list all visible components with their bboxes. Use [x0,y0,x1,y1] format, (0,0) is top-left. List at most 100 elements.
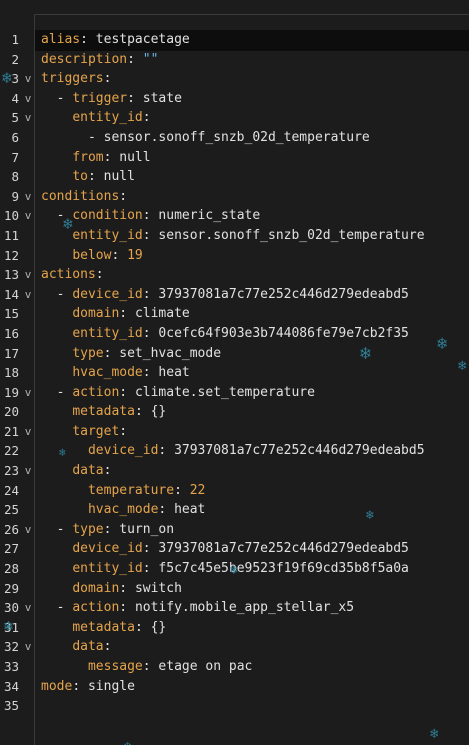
yaml-key: actions [41,267,96,283]
code-line[interactable]: 5v entity_id: [0,108,469,128]
key-separator: : [119,423,128,439]
code-line[interactable]: 23 v data: [0,461,469,481]
code-line[interactable]: 17 type: set_hvac_mode [0,344,469,364]
key-separator: : [103,149,120,165]
code-line[interactable]: 7 from: null [0,148,469,168]
yaml-code-editor[interactable]: 1 alias: testpacetage 2 description: "" 3 v tr… [0,0,469,745]
fold-chevron-icon[interactable]: v [23,285,33,305]
key-separator: : [142,110,151,126]
fold-chevron-icon[interactable]: v [23,108,33,128]
yaml-value: 0cefc64f903e3b744086fe79e7cb2f35 [158,325,409,341]
line-number: 19 [3,384,19,400]
code-text: below: 19 [41,246,142,266]
code-line[interactable]: 21 v target: [0,422,469,442]
code-line[interactable]: 24 temperature: 22 [0,481,469,501]
code-line[interactable]: 27 device_id: 37937081a7c77e252c446d279e… [0,539,469,559]
code-text: message: etage on pac [41,657,252,677]
key-separator: : [103,639,112,655]
fold-chevron-icon[interactable]: v [23,637,33,657]
code-line[interactable]: 13 v actions: [0,265,469,285]
fold-chevron-icon[interactable]: v [23,69,33,89]
yaml-key: type [72,345,104,361]
code-line[interactable]: 32 v data: [0,637,469,657]
code-line[interactable]: 22 device_id: 37937081a7c77e252c446d279e… [0,441,469,461]
code-text: from: null [41,148,150,168]
fold-chevron-icon[interactable]: v [23,383,33,403]
key-separator: : [134,619,151,635]
line-number: 20 [3,404,19,420]
key-separator: : [72,678,88,694]
snowflake-icon: ❄ [430,726,439,742]
code-line[interactable]: 15 domain: climate [0,304,469,324]
fold-chevron-icon[interactable]: v [23,89,33,109]
fold-chevron-icon[interactable]: v [23,598,33,618]
key-separator: : [134,404,151,420]
key-separator: : [127,51,143,67]
code-text: entity_id: [41,108,151,128]
fold-chevron-icon[interactable]: v [23,461,33,481]
yaml-value: 37937081a7c77e252c446d279edeabd5 [158,541,409,557]
yaml-key: entity_id [72,325,143,341]
fold-chevron-icon[interactable]: v [23,422,33,442]
code-text: to: null [41,167,135,187]
code-line[interactable]: 26 v - type: turn_on [0,520,469,540]
code-line[interactable]: 20 metadata: {} [0,402,469,422]
code-line[interactable]: 18 hvac_mode: heat [0,363,469,383]
fold-chevron-icon[interactable]: v [23,206,33,226]
code-line[interactable]: 3 v triggers: [0,69,469,89]
code-line[interactable]: 34 mode: single [0,677,469,697]
fold-chevron-icon[interactable]: v [23,520,33,540]
line-number: 23 [3,463,19,479]
key-separator: : [142,659,159,674]
line-number: 6 [11,129,19,145]
code-line[interactable]: 16 entity_id: 0cefc64f903e3b744086fe79e7… [0,324,469,344]
code-text: conditions: [41,187,127,207]
code-line[interactable]: 33 message: etage on pac [0,657,469,677]
list-dash: - [56,384,73,400]
yaml-key: entity_id [72,227,143,243]
code-line[interactable]: 29 domain: switch [0,579,469,599]
code-line[interactable]: 1 alias: testpacetage [0,30,469,50]
key-separator: : [142,541,159,557]
line-number: 9 [11,188,19,204]
code-text: mode: single [41,677,135,697]
yaml-key: action [72,384,120,400]
code-line[interactable]: 25 hvac_mode: heat [0,500,469,520]
snowflake-icon: ❄ [2,68,12,87]
code-line[interactable]: 31 metadata: {} [0,618,469,638]
key-separator: : [103,71,112,87]
yaml-key: to [72,169,88,185]
code-line[interactable]: 14 v - device_id: 37937081a7c77e252c446d2… [0,285,469,305]
code-text: - sensor.sonoff_snzb_02d_temperature [41,128,370,148]
snowflake-icon: ❄ [4,617,14,635]
key-separator: : [142,208,159,224]
yaml-value: single [87,678,135,694]
code-line[interactable]: 30 v - action: notify.mobile_app_stellar_… [0,598,469,618]
code-lines[interactable]: 1 alias: testpacetage 2 description: "" 3 v tr… [0,30,469,716]
line-number: 27 [3,541,19,557]
fold-chevron-icon[interactable]: v [23,187,33,207]
code-line[interactable]: 19 v - action: climate.set_temperature [0,383,469,403]
code-line[interactable]: 8 to: null [0,167,469,187]
key-separator: : [80,32,96,47]
key-separator: : [119,600,135,616]
yaml-key: conditions [41,188,120,204]
code-line[interactable]: 35 [0,696,469,716]
yaml-value: {} [150,619,167,635]
code-line[interactable]: 12 below: 19 [0,246,469,266]
code-text: device_id: 37937081a7c77e252c446d279edea… [41,441,425,461]
code-text: entity_id: sensor.sonoff_snzb_02d_temper… [41,226,424,246]
code-line[interactable]: 2 description: "" [0,50,469,70]
code-line[interactable]: 4v - trigger: state [0,89,469,109]
yaml-key: data [72,463,104,479]
code-line[interactable]: 6 - sensor.sonoff_snzb_02d_temperature [0,128,469,148]
fold-chevron-icon[interactable]: v [23,265,33,285]
code-line[interactable]: 9 v conditions: [0,187,469,207]
